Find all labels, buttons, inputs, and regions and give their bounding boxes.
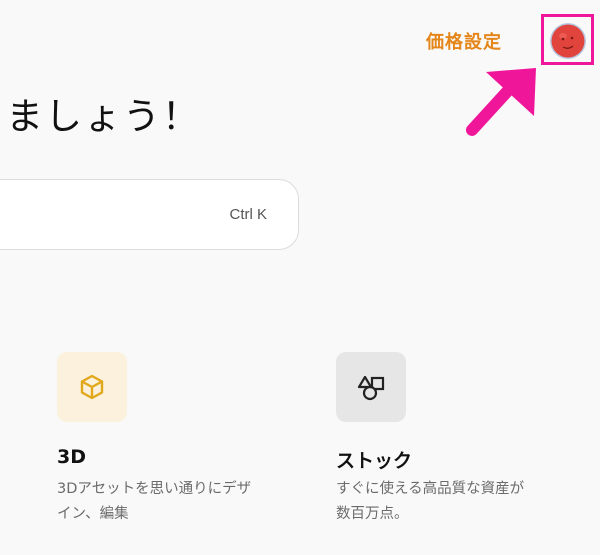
- shapes-icon: [357, 375, 385, 401]
- card-stock-description: すぐに使える高品質な資産が数百万点。: [336, 481, 525, 522]
- pointer-arrow-annotation: [466, 68, 536, 136]
- user-avatar-button[interactable]: [541, 14, 594, 65]
- user-avatar-icon: [550, 23, 586, 59]
- card-stock-icon-tile[interactable]: [336, 352, 406, 422]
- card-3d-description: 3Dアセットを思い通りにデザイン、編集: [57, 481, 252, 522]
- pricing-link[interactable]: 価格設定: [426, 28, 502, 54]
- page-heading: ましょう！: [6, 95, 201, 138]
- card-3d-title[interactable]: 3D: [57, 446, 86, 468]
- cube-icon: [80, 374, 104, 400]
- card-stock-title[interactable]: ストック: [336, 446, 412, 473]
- card-3d-icon-tile[interactable]: [57, 352, 127, 422]
- search-shortcut-hint: Ctrl K: [229, 206, 268, 223]
- search-input[interactable]: Ctrl K: [0, 179, 299, 250]
